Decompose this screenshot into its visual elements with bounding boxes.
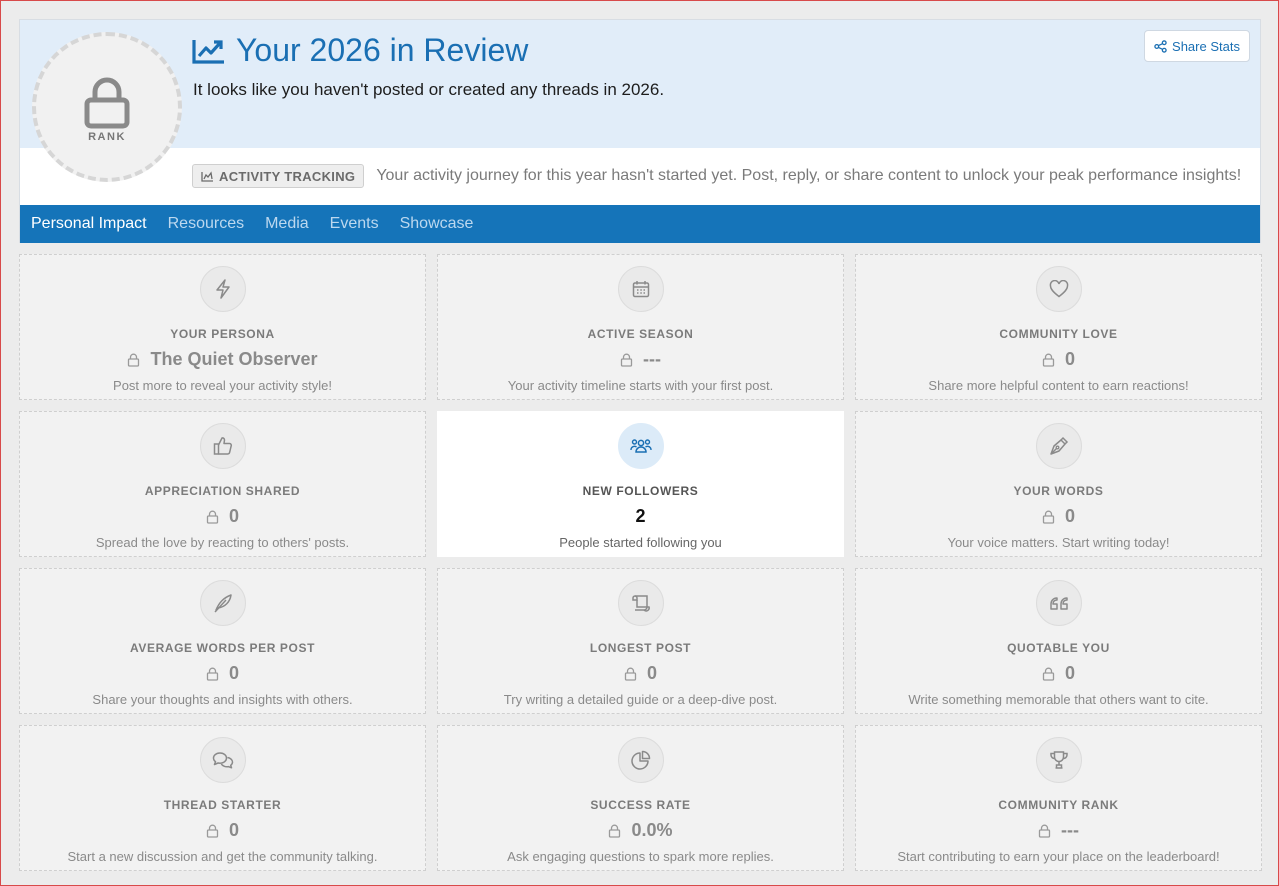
tab-showcase[interactable]: Showcase	[400, 215, 474, 233]
stat-value: 0.0%	[608, 820, 673, 841]
stat-card-your-words: YOUR WORDS 0 Your voice matters. Start w…	[855, 411, 1262, 557]
calendar-icon	[632, 281, 649, 298]
lock-icon	[206, 510, 219, 524]
stat-description: Write something memorable that others wa…	[908, 692, 1209, 707]
trophy-icon	[1049, 751, 1068, 769]
page-subtitle: It looks like you haven't posted or crea…	[193, 80, 665, 99]
stat-value: 0	[206, 663, 239, 684]
share-stats-button[interactable]: Share Stats	[1144, 30, 1250, 62]
stat-label: COMMUNITY RANK	[998, 798, 1119, 812]
stat-card-quotable: QUOTABLE YOU 0 Write something memorable…	[855, 568, 1262, 714]
stat-card-appreciation: APPRECIATION SHARED 0 Spread the love by…	[19, 411, 426, 557]
lock-icon	[624, 667, 637, 681]
stats-grid: YOUR PERSONA The Quiet Observer Post mor…	[19, 254, 1262, 871]
stat-value: 0	[1042, 349, 1075, 370]
stat-card-success-rate: SUCCESS RATE 0.0% Ask engaging questions…	[437, 725, 844, 871]
stat-value: ---	[620, 349, 661, 370]
stat-label: AVERAGE WORDS PER POST	[130, 641, 315, 655]
tab-resources[interactable]: Resources	[168, 215, 244, 233]
stat-description: Your voice matters. Start writing today!	[947, 535, 1170, 550]
stat-label: APPRECIATION SHARED	[144, 484, 301, 498]
thumbs-up-icon	[213, 437, 232, 455]
stat-description: Start contributing to earn your place on…	[897, 849, 1220, 864]
stat-label: NEW FOLLOWERS	[582, 484, 699, 498]
pie-chart-icon	[630, 750, 650, 770]
stat-value: 0	[1042, 506, 1075, 527]
page-title-text: Your 2026 in Review	[236, 32, 529, 68]
page-title: Your 2026 in Review	[192, 32, 528, 69]
stat-card-longest-post: LONGEST POST 0 Try writing a detailed gu…	[437, 568, 844, 714]
stat-value: 0	[206, 506, 239, 527]
lock-icon	[609, 824, 621, 838]
stat-description: Post more to reveal your activity style!	[113, 378, 332, 393]
area-chart-icon	[201, 170, 213, 182]
stat-description: Share more helpful content to earn react…	[928, 378, 1189, 393]
pen-nib-icon	[1049, 436, 1068, 455]
stat-card-new-followers: NEW FOLLOWERS 2 People started following…	[437, 411, 844, 557]
activity-tracking-row: ACTIVITY TRACKING Your activity journey …	[192, 164, 1241, 188]
stat-description: Start a new discussion and get the commu…	[67, 849, 378, 864]
lock-icon	[84, 77, 130, 129]
tab-media[interactable]: Media	[265, 215, 309, 233]
lock-icon	[1042, 353, 1055, 367]
activity-tracking-badge: ACTIVITY TRACKING	[192, 164, 365, 188]
stat-description: Try writing a detailed guide or a deep-d…	[503, 692, 778, 707]
stat-value: 2	[635, 506, 646, 526]
lock-icon	[620, 353, 633, 367]
stat-value: The Quiet Observer	[127, 349, 318, 370]
stat-value: 0	[624, 663, 657, 684]
stat-label: ACTIVE SEASON	[587, 327, 694, 341]
stat-card-active-season: ACTIVE SEASON --- Your activity timeline…	[437, 254, 844, 400]
rank-label: RANK	[88, 131, 126, 143]
rank-badge: RANK	[32, 32, 182, 182]
stat-value: 0	[206, 820, 239, 841]
stat-label: YOUR PERSONA	[170, 327, 275, 341]
share-stats-label: Share Stats	[1172, 38, 1240, 54]
tab-events[interactable]: Events	[330, 215, 379, 233]
lock-icon	[1038, 824, 1051, 838]
stat-card-community-rank: COMMUNITY RANK --- Start contributing to…	[855, 725, 1262, 871]
stat-card-average-words: AVERAGE WORDS PER POST 0 Share your thou…	[19, 568, 426, 714]
stat-description: Your activity timeline starts with your …	[507, 378, 774, 393]
stat-label: LONGEST POST	[589, 641, 692, 655]
stat-value: 0	[1042, 663, 1075, 684]
quote-icon	[1049, 597, 1068, 610]
scroll-icon	[631, 595, 650, 612]
activity-tracking-label: ACTIVITY TRACKING	[219, 168, 356, 184]
stat-label: SUCCESS RATE	[590, 798, 691, 812]
stat-description: Spread the love by reacting to others' p…	[95, 535, 350, 550]
users-icon	[629, 439, 652, 453]
tab-personal-impact[interactable]: Personal Impact	[31, 215, 147, 233]
lock-icon	[1042, 667, 1055, 681]
stat-description: Share your thoughts and insights with ot…	[92, 692, 353, 707]
review-panel: RANK Your 2026 in Review It looks like y…	[19, 19, 1261, 243]
chart-line-icon	[192, 39, 224, 64]
stat-label: COMMUNITY LOVE	[999, 327, 1118, 341]
lock-icon	[206, 667, 219, 681]
heart-icon	[1049, 280, 1068, 298]
stat-description: People started following you	[559, 535, 722, 550]
stat-label: THREAD STARTER	[163, 798, 282, 812]
share-icon	[1154, 39, 1167, 53]
stat-value: ---	[1038, 820, 1079, 841]
stat-description: Ask engaging questions to spark more rep…	[507, 849, 774, 864]
lock-icon	[206, 824, 219, 838]
comments-icon	[212, 752, 233, 769]
tab-bar: Personal Impact Resources Media Events S…	[20, 205, 1260, 243]
bolt-icon	[215, 279, 230, 299]
stat-card-persona: YOUR PERSONA The Quiet Observer Post mor…	[19, 254, 426, 400]
activity-tracking-text: Your activity journey for this year hasn…	[376, 167, 1242, 184]
stat-card-community-love: COMMUNITY LOVE 0 Share more helpful cont…	[855, 254, 1262, 400]
lock-icon	[128, 353, 140, 367]
stat-label: YOUR WORDS	[1013, 484, 1104, 498]
lock-icon	[1042, 510, 1055, 524]
stat-label: QUOTABLE YOU	[1007, 641, 1110, 655]
feather-icon	[213, 594, 232, 613]
stat-card-thread-starter: THREAD STARTER 0 Start a new discussion …	[19, 725, 426, 871]
